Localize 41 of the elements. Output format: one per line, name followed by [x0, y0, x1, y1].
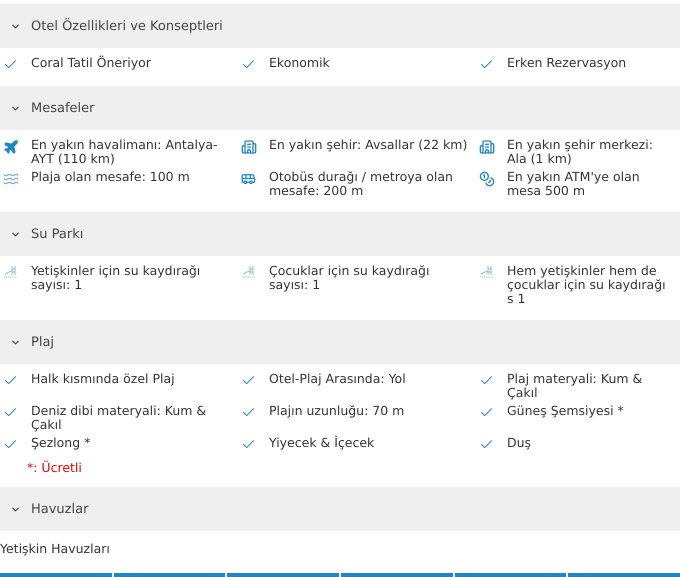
section-title: Havuzlar — [31, 502, 88, 516]
feature-text: Çocuklar için su kaydırağı sayısı: 1 — [269, 264, 430, 292]
feature-text: Otel-Plaj Arasında: Yol — [269, 372, 406, 386]
feature-text: Halk kısmında özel Plaj — [31, 372, 175, 386]
feature-text: Şezlong * — [31, 436, 90, 450]
water-slide-icon — [478, 265, 494, 279]
feature-text: En yakın ATM'ye olan mesa 500 m — [507, 170, 641, 198]
feature-text: En yakın havalimanı: Antalya-AYT (110 km) — [31, 138, 219, 166]
feature-text: En yakın şehir: Avsallar (22 km) — [269, 138, 468, 152]
feature-text: Hem yetişkinler hem de çocuklar için su kaydırağı s 1 — [507, 264, 667, 306]
section-title: Mesafeler — [31, 100, 94, 116]
water-slide-icon — [2, 265, 18, 279]
section-title: Plaj — [31, 334, 54, 350]
feature-text: Duş — [507, 436, 532, 450]
section-header[interactable]: Su Parkı — [0, 212, 680, 256]
feature-text: Plaja olan mesafe: 100 m — [31, 170, 190, 184]
feature-text: Yiyecek & İçecek — [269, 436, 374, 450]
section-header[interactable]: Mesafeler — [0, 86, 680, 130]
feature-text: Yetişkinler için su kaydırağı sayısı: 1 — [31, 264, 202, 292]
buildings-icon — [240, 139, 256, 155]
section-title: Otel Özellikleri ve Konseptleri — [31, 18, 223, 34]
feature-text: Güneş Şemsiyesi * — [507, 404, 624, 418]
feature-text: Plajın uzunluğu: 70 m — [269, 404, 404, 418]
feature-text: Plaj materyali: Kum & Çakıl — [507, 372, 644, 400]
feature-text: Coral Tatil Öneriyor — [31, 56, 151, 70]
feature-text: Deniz dibi materyali: Kum & Çakıl — [31, 404, 208, 432]
bus-icon — [241, 171, 256, 186]
feature-text: En yakın şehir merkezi: Ala (1 km) — [507, 138, 654, 166]
subsection-title: Yetişkin Havuzları — [0, 540, 111, 556]
feature-text: Ekonomik — [269, 56, 330, 70]
airplane-icon — [2, 139, 18, 155]
water-slide-icon — [240, 265, 256, 279]
feature-text: Erken Rezervasyon — [507, 56, 626, 70]
section-header[interactable]: Otel Özellikleri ve Konseptleri — [0, 4, 680, 48]
buildings-icon — [478, 139, 494, 155]
coins-icon — [478, 171, 494, 187]
section-title: Su Parkı — [31, 226, 84, 242]
paid-note: *: Ücretli — [26, 460, 83, 477]
section-header[interactable]: Plaj — [0, 320, 680, 364]
section-header[interactable]: Havuzlar — [0, 487, 680, 531]
feature-text: Otobüs durağı / metroya olan mesafe: 200 m — [269, 170, 454, 198]
